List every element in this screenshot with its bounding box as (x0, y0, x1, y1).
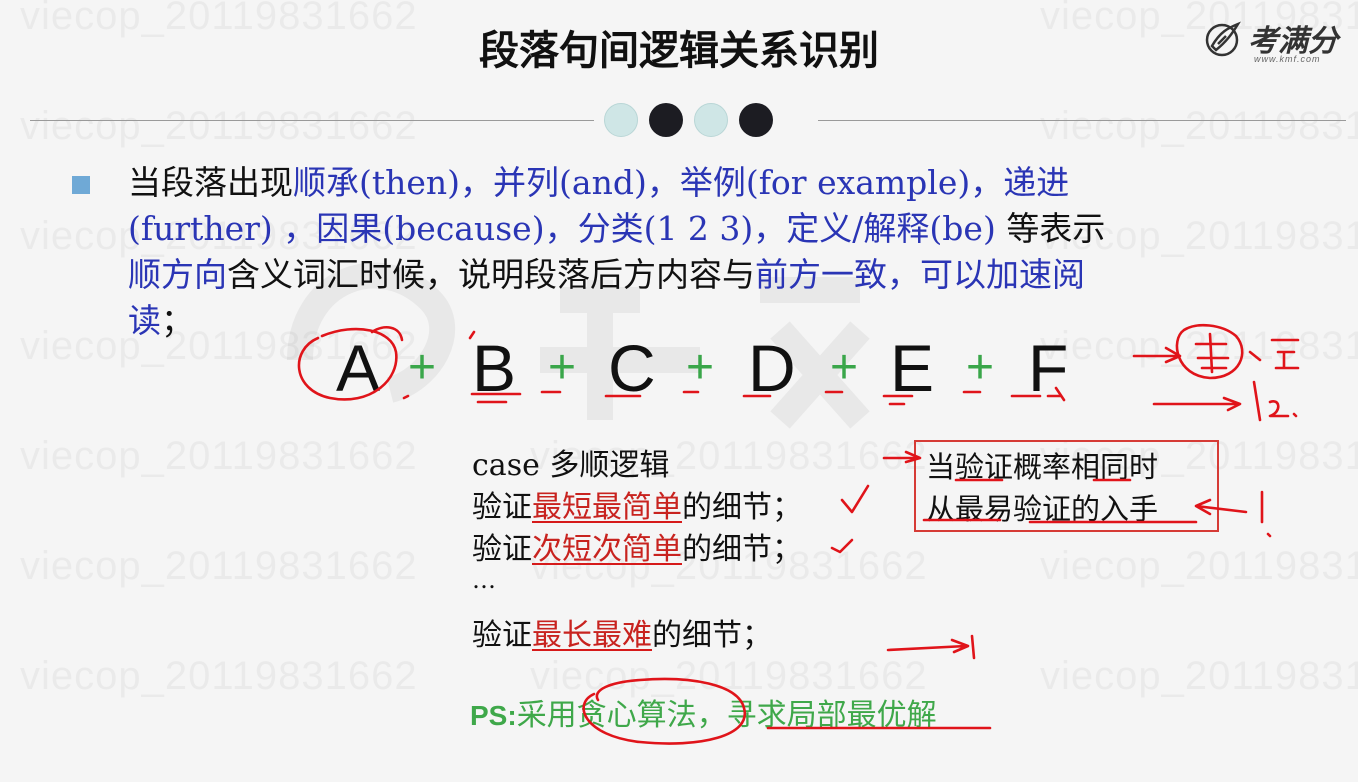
case-prefix: 验证 (472, 618, 532, 653)
paragraph-text: ； (161, 301, 194, 340)
ps-text: 采用贪心算法，寻求局部最优解 (516, 698, 937, 733)
slide: viecop_20119831662 viecop_20119831662 vi… (0, 0, 1358, 782)
watermark-text: viecop_20119831662 (1040, 104, 1358, 149)
watermark-text: viecop_20119831662 (20, 104, 418, 149)
case-row: 验证最短最简单的细节； (472, 482, 802, 526)
dot-light (694, 103, 728, 137)
logo-icon (1205, 21, 1241, 57)
divider-right (818, 120, 1346, 121)
paragraph-line: 当段落出现顺承(then)，并列(and)，举例(for example)，递进 (128, 160, 1318, 206)
case-prefix: 验证 (472, 532, 532, 567)
scribble-mark (1260, 490, 1272, 538)
divider-left (30, 120, 594, 121)
note-line: 从最易验证的入手 (926, 492, 1159, 526)
dot-dark (739, 103, 773, 137)
ps-label: PS: (470, 700, 517, 731)
watermark-text: viecop_20119831662 (1040, 544, 1358, 589)
main-paragraph: 当段落出现顺承(then)，并列(and)，举例(for example)，递进… (128, 160, 1318, 344)
case-row: 验证次短次简单的细节； (472, 524, 802, 568)
formula-term: B (472, 331, 517, 405)
divider-dots (604, 102, 776, 138)
dot-light (604, 103, 638, 137)
paragraph-line: 顺方向含义词汇时候，说明段落后方内容与前方一致，可以加速阅 (128, 252, 1318, 298)
paragraph-text: 顺方向 (128, 255, 227, 294)
paragraph-line: (further) ，因果(because)，分类(1 2 3)，定义/解释(b… (128, 206, 1318, 252)
case-highlight: 次短 (532, 532, 592, 567)
paragraph-line: 读； (128, 298, 1318, 344)
scribble-mark (1252, 380, 1298, 422)
paragraph-text: 当段落出现 (128, 163, 293, 202)
case-suffix: 的细节； (652, 618, 772, 653)
bullet-marker (72, 176, 90, 194)
watermark-text: viecop_20119831662 (20, 544, 418, 589)
case-highlight: 最简单 (592, 490, 682, 525)
case-ellipsis: … (472, 566, 496, 594)
page-title: 段落句间逻辑关系识别 (479, 28, 879, 74)
formula-plus: + (966, 341, 995, 394)
watermark-text: viecop_20119831662 (20, 654, 418, 699)
case-highlight: 最短 (532, 490, 592, 525)
paragraph-text: 含义词汇时候，说明段落后方内容与 (227, 255, 755, 294)
paragraph-text: 等表示 (995, 209, 1106, 248)
formula-term: F (1028, 331, 1069, 405)
dot-dark (649, 103, 683, 137)
arrow-mark (1152, 396, 1242, 412)
paragraph-text: (further) ，因果(because)，分类(1 2 3)，定义/解释(b… (128, 209, 996, 248)
formula-plus: + (686, 341, 715, 394)
case-suffix: 的细节； (682, 532, 802, 567)
watermark-text: viecop_20119831662 (20, 434, 418, 479)
brand-logo: 考满分 www.kmf.com (1198, 14, 1358, 70)
formula-term: E (890, 331, 935, 405)
paragraph-text: 顺承(then)，并列(and)，举例(for example)，递进 (293, 163, 1070, 202)
paragraph-text: 读 (128, 301, 161, 340)
case-prefix: 验证 (472, 490, 532, 525)
case-suffix: 的细节； (682, 490, 802, 525)
ps-note: PS:采用贪心算法，寻求局部最优解 (470, 690, 937, 734)
case-row: 验证最长最难的细节； (472, 610, 772, 654)
formula-term: A (336, 331, 381, 405)
case-highlight: 次简单 (592, 532, 682, 567)
check-mark (840, 484, 870, 514)
formula-plus: + (830, 341, 859, 394)
formula-plus: + (408, 341, 437, 394)
formula-plus: + (548, 341, 577, 394)
logo-url: www.kmf.com (1254, 54, 1321, 64)
note-line: 当验证概率相同时 (926, 450, 1159, 484)
case-highlight: 最长 (532, 618, 592, 653)
paragraph-text: 前方一致，可以加速阅 (755, 255, 1085, 294)
watermark-text: viecop_20119831662 (1040, 654, 1358, 699)
formula-term: D (748, 331, 796, 405)
note-box: 当验证概率相同时 从最易验证的入手 (914, 440, 1219, 532)
formula-term: C (608, 331, 656, 405)
case-highlight: 最难 (592, 618, 652, 653)
tick-mark (402, 394, 410, 400)
case-heading: case 多顺逻辑 (472, 448, 670, 483)
